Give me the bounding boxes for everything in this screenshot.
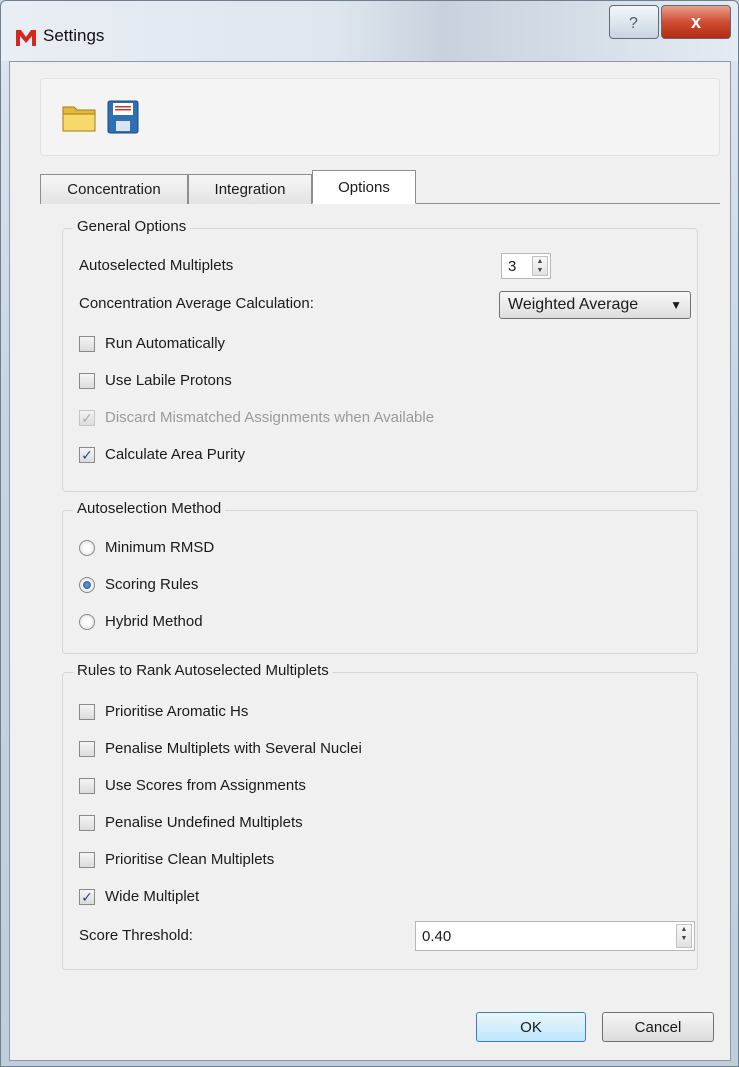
labile-protons-checkbox[interactable]: Use Labile Protons	[79, 372, 232, 389]
area-purity-checkbox[interactable]: ✓ Calculate Area Purity	[79, 446, 245, 463]
general-options-group: General Options Autoselected Multiplets …	[62, 218, 698, 492]
radio-minimum-rmsd[interactable]: Minimum RMSD	[79, 539, 214, 556]
close-button[interactable]: x	[661, 5, 731, 39]
cancel-button[interactable]: Cancel	[602, 1012, 714, 1042]
rank-rules-title: Rules to Rank Autoselected Multiplets	[73, 662, 333, 679]
autoselection-method-group: Autoselection Method Minimum RMSD Scorin…	[62, 500, 698, 654]
rule-prioritise-aromatic-checkbox[interactable]: Prioritise Aromatic Hs	[79, 703, 248, 720]
general-options-title: General Options	[73, 218, 191, 235]
help-button[interactable]: ?	[609, 5, 659, 39]
chevron-down-icon: ▼	[670, 298, 682, 312]
settings-window: Settings ? x Concentration Integration O…	[0, 0, 739, 1067]
help-icon: ?	[629, 15, 638, 31]
rule-use-scores-checkbox[interactable]: Use Scores from Assignments	[79, 777, 306, 794]
autoselected-label: Autoselected Multiplets	[79, 257, 234, 274]
checkmark-icon: ✓	[81, 888, 93, 905]
score-threshold-label: Score Threshold:	[79, 927, 193, 944]
rule-penalise-several-nuclei-checkbox[interactable]: Penalise Multiplets with Several Nuclei	[79, 740, 362, 757]
app-logo-icon	[16, 30, 36, 46]
save-icon	[107, 100, 139, 134]
rank-rules-group: Rules to Rank Autoselected Multiplets Pr…	[62, 662, 698, 970]
toolbar	[40, 78, 720, 156]
tab-bar: Concentration Integration Options	[40, 170, 720, 204]
spin-arrows-icon[interactable]: ▲ ▼	[532, 256, 548, 276]
run-automatically-checkbox[interactable]: Run Automatically	[79, 335, 225, 352]
window-title: Settings	[43, 26, 105, 45]
radio-selected-dot	[83, 580, 91, 589]
dialog-client-area: Concentration Integration Options Genera…	[9, 61, 731, 1061]
tab-options[interactable]: Options	[312, 170, 416, 204]
radio-button[interactable]	[79, 576, 95, 593]
radio-hybrid-method[interactable]: Hybrid Method	[79, 613, 203, 630]
checkbox-box[interactable]	[79, 851, 95, 868]
checkbox-box[interactable]	[79, 777, 95, 794]
conc-avg-label: Concentration Average Calculation:	[79, 295, 314, 312]
checkbox-box[interactable]	[79, 335, 95, 352]
save-button[interactable]	[103, 97, 143, 137]
checkbox-box[interactable]: ✓	[79, 888, 95, 905]
checkmark-icon: ✓	[81, 409, 93, 426]
discard-mismatched-checkbox: ✓ Discard Mismatched Assignments when Av…	[79, 409, 434, 426]
checkmark-icon: ✓	[81, 446, 93, 463]
title-bar[interactable]: Settings ? x	[1, 1, 738, 61]
radio-scoring-rules[interactable]: Scoring Rules	[79, 576, 198, 593]
checkbox-box[interactable]	[79, 372, 95, 389]
checkbox-box[interactable]	[79, 703, 95, 720]
autoselection-method-title: Autoselection Method	[73, 500, 226, 517]
close-icon: x	[690, 11, 701, 32]
autoselected-spinbox[interactable]: 3 ▲ ▼	[501, 253, 551, 279]
rule-prioritise-clean-checkbox[interactable]: Prioritise Clean Multiplets	[79, 851, 274, 868]
score-threshold-spinbox[interactable]: 0.40 ▲ ▼	[415, 921, 695, 951]
checkbox-box[interactable]	[79, 814, 95, 831]
tab-concentration[interactable]: Concentration	[40, 174, 188, 204]
rule-wide-multiplet-checkbox[interactable]: ✓ Wide Multiplet	[79, 888, 199, 905]
options-panel: General Options Autoselected Multiplets …	[40, 204, 720, 970]
radio-button[interactable]	[79, 539, 95, 556]
checkbox-box: ✓	[79, 409, 95, 426]
conc-avg-select[interactable]: Weighted Average ▼	[499, 291, 691, 319]
rule-penalise-undefined-checkbox[interactable]: Penalise Undefined Multiplets	[79, 814, 303, 831]
svg-text:?: ?	[629, 15, 638, 31]
radio-button[interactable]	[79, 613, 95, 630]
spin-arrows-icon[interactable]: ▲ ▼	[676, 924, 692, 948]
checkbox-box[interactable]: ✓	[79, 446, 95, 463]
tab-integration[interactable]: Integration	[188, 174, 312, 204]
checkbox-box[interactable]	[79, 740, 95, 757]
ok-button[interactable]: OK	[476, 1012, 586, 1042]
folder-icon	[62, 106, 96, 132]
open-button[interactable]	[59, 97, 99, 137]
